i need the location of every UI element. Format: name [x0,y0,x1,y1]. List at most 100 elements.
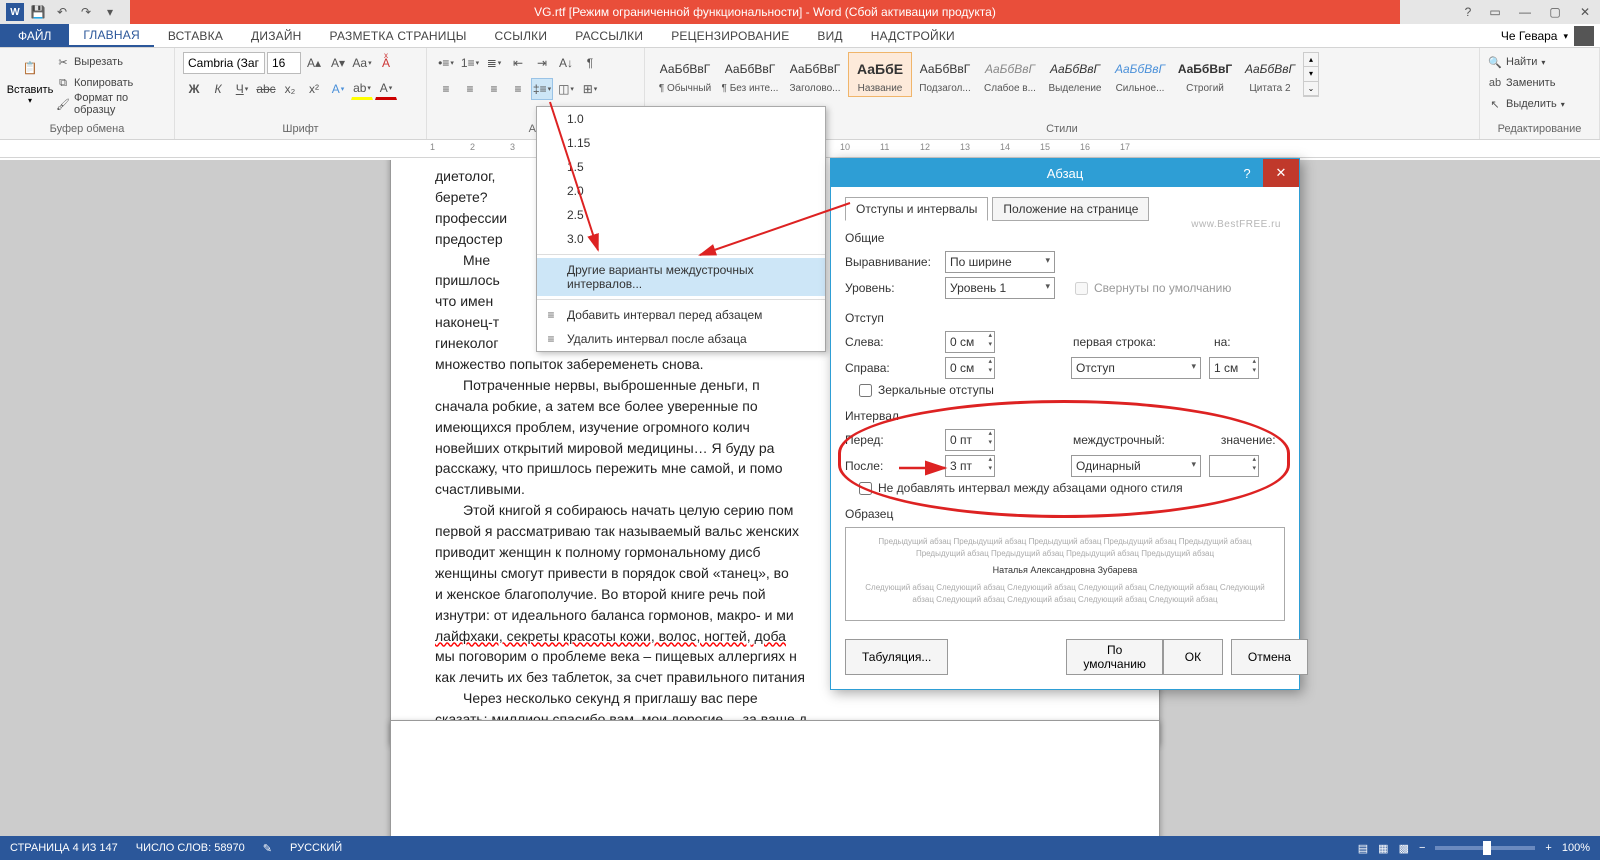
text-effects-icon[interactable]: A▾ [327,78,349,100]
underline-button[interactable]: Ч▾ [231,78,253,100]
linespacing-combo[interactable]: Одинарный [1071,455,1201,477]
help-icon[interactable]: ? [1456,0,1480,24]
tabs-button[interactable]: Табуляция... [845,639,948,675]
dialog-help-icon[interactable]: ? [1235,159,1259,187]
ls-3-0[interactable]: 3.0 [537,227,825,251]
shading-icon[interactable]: ◫▾ [555,78,577,100]
view-web-icon[interactable]: ▩ [1399,842,1409,855]
tab-home[interactable]: ГЛАВНАЯ [69,24,153,47]
tab-insert[interactable]: ВСТАВКА [154,24,237,47]
increase-indent-icon[interactable]: ⇥ [531,52,553,74]
style-emphasis[interactable]: АаБбВвГВыделение [1043,52,1107,97]
ls-2-0[interactable]: 2.0 [537,179,825,203]
numbering-icon[interactable]: 1≡▾ [459,52,481,74]
close-icon[interactable]: ✕ [1570,0,1600,24]
highlight-icon[interactable]: ab▾ [351,78,373,100]
level-combo[interactable]: Уровень 1 [945,277,1055,299]
tab-file[interactable]: ФАЙЛ [0,24,69,47]
bold-button[interactable]: Ж [183,78,205,100]
style-intense[interactable]: АаБбВвГСильное... [1108,52,1172,97]
copy-button[interactable]: ⧉Копировать [56,73,166,93]
align-left-icon[interactable]: ≡ [435,78,457,100]
undo-icon[interactable]: ↶ [52,2,72,22]
zoom-in-icon[interactable]: + [1545,842,1551,854]
multilevel-icon[interactable]: ≣▾ [483,52,505,74]
tab-addins[interactable]: НАДСТРОЙКИ [857,24,969,47]
maximize-icon[interactable]: ▢ [1540,0,1570,24]
zoom-out-icon[interactable]: − [1419,842,1425,854]
status-proof-icon[interactable]: ✎ [263,842,272,855]
cut-button[interactable]: ✂Вырезать [56,52,166,72]
style-normal[interactable]: АаБбВвГ¶ Обычный [653,52,717,97]
line-spacing-button[interactable]: ‡≡▾ [531,78,553,100]
tab-review[interactable]: РЕЦЕНЗИРОВАНИЕ [657,24,803,47]
style-strong[interactable]: АаБбВвГСтрогий [1173,52,1237,97]
value-spinner[interactable] [1209,455,1259,477]
before-spinner[interactable]: 0 пт [945,429,995,451]
ls-1-5[interactable]: 1.5 [537,155,825,179]
dlg-tab-position[interactable]: Положение на странице [992,197,1149,221]
minimize-icon[interactable]: — [1510,0,1540,24]
font-size-combo[interactable]: 16 [267,52,301,74]
decrease-indent-icon[interactable]: ⇤ [507,52,529,74]
tab-mailings[interactable]: РАССЫЛКИ [561,24,657,47]
zoom-slider[interactable] [1435,846,1535,850]
view-print-icon[interactable]: ▦ [1378,842,1388,855]
view-read-icon[interactable]: ▤ [1358,842,1368,855]
nosame-checkbox[interactable] [859,482,872,495]
user-area[interactable]: Че Гевара ▾ [1501,24,1594,48]
style-nospacing[interactable]: АаБбВвГ¶ Без инте... [718,52,782,97]
borders-icon[interactable]: ⊞▾ [579,78,601,100]
tab-design[interactable]: ДИЗАЙН [237,24,316,47]
style-subtle[interactable]: АаБбВвГСлабое в... [978,52,1042,97]
font-name-combo[interactable]: Cambria (Заг [183,52,265,74]
styles-gallery[interactable]: АаБбВвГ¶ Обычный АаБбВвГ¶ Без инте... Аа… [653,52,1319,97]
format-painter-button[interactable]: 🖌Формат по образцу [56,94,166,114]
ls-1-15[interactable]: 1.15 [537,131,825,155]
align-right-icon[interactable]: ≡ [483,78,505,100]
grow-font-icon[interactable]: A▴ [303,52,325,74]
style-heading[interactable]: АаБбВвГЗаголово... [783,52,847,97]
align-center-icon[interactable]: ≡ [459,78,481,100]
subscript-button[interactable]: x₂ [279,78,301,100]
ok-button[interactable]: ОК [1163,639,1223,675]
dlg-tab-indents[interactable]: Отступы и интервалы [845,197,988,221]
right-spinner[interactable]: 0 см [945,357,995,379]
dialog-close-icon[interactable]: ✕ [1263,159,1299,187]
bullets-icon[interactable]: •≡▾ [435,52,457,74]
clear-format-icon[interactable]: Aͯ [375,52,397,74]
ls-del-after[interactable]: ≡Удалить интервал после абзаца [537,327,825,351]
tab-layout[interactable]: РАЗМЕТКА СТРАНИЦЫ [316,24,481,47]
save-icon[interactable]: 💾 [28,2,48,22]
tab-references[interactable]: ССЫЛКИ [481,24,562,47]
superscript-button[interactable]: x² [303,78,325,100]
strike-button[interactable]: abc [255,78,277,100]
ls-2-5[interactable]: 2.5 [537,203,825,227]
on-spinner[interactable]: 1 см [1209,357,1259,379]
after-spinner[interactable]: 3 пт [945,455,995,477]
status-words[interactable]: ЧИСЛО СЛОВ: 58970 [136,842,245,854]
style-subtitle[interactable]: АаБбВвГПодзагол... [913,52,977,97]
change-case-icon[interactable]: Aa▾ [351,52,373,74]
justify-icon[interactable]: ≡ [507,78,529,100]
page-next[interactable] [390,720,1160,836]
select-button[interactable]: ↖Выделить ▾ [1488,94,1565,114]
find-button[interactable]: 🔍Найти ▾ [1488,52,1565,72]
status-lang[interactable]: РУССКИЙ [290,842,342,854]
mirror-checkbox[interactable] [859,384,872,397]
left-spinner[interactable]: 0 см [945,331,995,353]
paste-button[interactable]: 📋 Вставить ▾ [8,52,52,105]
tab-view[interactable]: ВИД [803,24,856,47]
style-quote[interactable]: АаБбВвГЦитата 2 [1238,52,1302,97]
ribbon-options-icon[interactable]: ▭ [1480,0,1510,24]
align-combo[interactable]: По ширине [945,251,1055,273]
sort-icon[interactable]: A↓ [555,52,577,74]
italic-button[interactable]: К [207,78,229,100]
redo-icon[interactable]: ↷ [76,2,96,22]
style-title[interactable]: АаБбЕНазвание [848,52,912,97]
status-page[interactable]: СТРАНИЦА 4 ИЗ 147 [10,842,118,854]
qat-customize-icon[interactable]: ▾ [100,2,120,22]
gallery-scroll[interactable]: ▴▾⌄ [1303,52,1319,97]
font-color-icon[interactable]: A▾ [375,78,397,100]
ls-add-before[interactable]: ≡Добавить интервал перед абзацем [537,303,825,327]
